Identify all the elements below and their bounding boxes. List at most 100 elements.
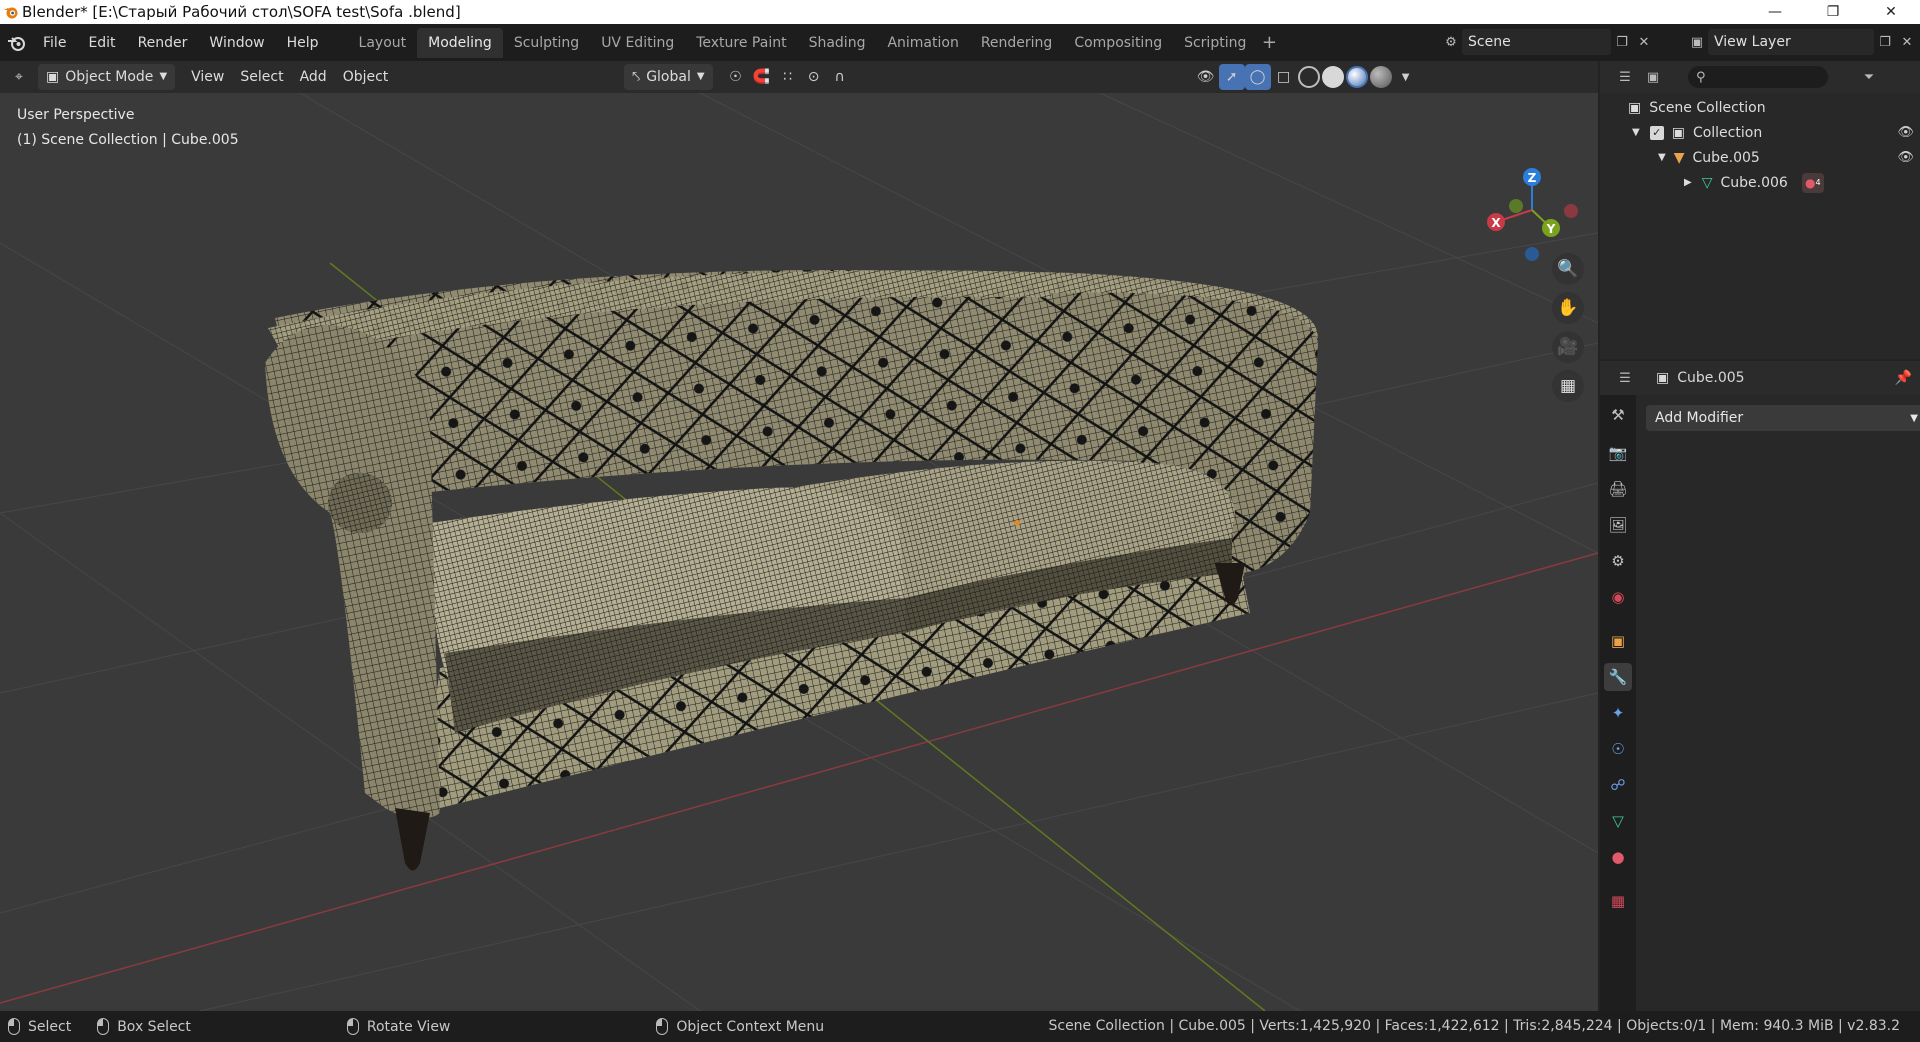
outliner-mesh-row[interactable]: ▶ ▽ Cube.006 ● 4 xyxy=(1684,170,1824,195)
outliner-editor-type-icon[interactable]: ☰ xyxy=(1614,66,1636,88)
tab-compositing[interactable]: Compositing xyxy=(1063,28,1173,58)
snap-grid-icon[interactable]: ∷ xyxy=(775,64,801,90)
3d-viewport[interactable]: ⌖ ▣ Object Mode ▼ View Select Add Object… xyxy=(0,61,1598,1011)
eye-icon[interactable]: 👁 xyxy=(1897,150,1914,165)
mode-dropdown[interactable]: ▣ Object Mode ▼ xyxy=(38,64,176,90)
properties-tabs: ⚒ 📷 🖨 🖼 ⚙ ◉ ▣ 🔧 ✦ ☉ ☍ ▽ ● ▦ xyxy=(1600,395,1636,1011)
tab-animation[interactable]: Animation xyxy=(876,28,969,58)
falloff-icon[interactable]: ∩ xyxy=(827,64,853,90)
menu-file[interactable]: File xyxy=(32,29,77,57)
view-layer-icon[interactable]: ▣ xyxy=(1686,31,1708,53)
close-icon[interactable]: ✕ xyxy=(1862,0,1920,24)
menu-add[interactable]: Add xyxy=(292,64,335,90)
properties-header: ☰ ▣ Cube.005 📌 xyxy=(1600,361,1920,395)
status-select: Select xyxy=(8,1018,71,1035)
outliner-search-input[interactable]: ⚲ xyxy=(1688,66,1828,88)
filter-icon[interactable]: ⏷ xyxy=(1858,66,1880,88)
scene-tab-icon[interactable]: ⚙ xyxy=(1604,547,1632,575)
object-tab-icon[interactable]: ▣ xyxy=(1604,627,1632,655)
viewport-header: ⌖ ▣ Object Mode ▼ View Select Add Object… xyxy=(0,61,1598,93)
view-layer-tab-icon[interactable]: 🖼 xyxy=(1604,511,1632,539)
physics-tab-icon[interactable]: ☉ xyxy=(1604,735,1632,763)
material-shading-button[interactable] xyxy=(1345,66,1368,88)
scene-icon[interactable]: ⚙ xyxy=(1440,31,1462,53)
material-icon[interactable]: ● 4 xyxy=(1801,172,1824,193)
pivot-icon[interactable]: ☉ xyxy=(723,64,749,90)
add-workspace-button[interactable]: + xyxy=(1257,32,1281,53)
restore-icon[interactable]: ❐ xyxy=(1804,0,1862,24)
outliner-scene-collection[interactable]: ▣ Scene Collection xyxy=(1628,95,1766,120)
tab-sculpting[interactable]: Sculpting xyxy=(503,28,590,58)
wireframe-shading-button[interactable] xyxy=(1297,66,1320,88)
minimize-icon[interactable]: — xyxy=(1746,0,1804,24)
modifier-tab-icon[interactable]: 🔧 xyxy=(1604,663,1632,691)
tab-texture-paint[interactable]: Texture Paint xyxy=(685,28,797,58)
orientation-icon: ⤣ xyxy=(632,69,641,85)
add-modifier-dropdown[interactable]: Add Modifier ▼ xyxy=(1646,405,1920,431)
properties-panel: ☰ ▣ Cube.005 📌 ⚒ 📷 🖨 🖼 ⚙ ◉ ▣ 🔧 ✦ ☉ ☍ ▽ ●… xyxy=(1600,361,1920,1011)
zoom-icon[interactable]: 🔍 xyxy=(1552,253,1584,285)
menu-render[interactable]: Render xyxy=(127,29,199,57)
tab-shading[interactable]: Shading xyxy=(798,28,877,58)
gizmo-x-label: X xyxy=(1491,216,1501,230)
eye-icon[interactable]: 👁 xyxy=(1897,125,1914,140)
window-titlebar: Blender* [E:\Старый Рабочий стол\SOFA te… xyxy=(0,0,1920,24)
overlay-toggle-icon[interactable]: ◯ xyxy=(1244,64,1271,90)
new-view-layer-icon[interactable]: ❐ xyxy=(1874,31,1896,53)
solid-shading-button[interactable] xyxy=(1321,66,1344,88)
editor-type-icon[interactable]: ⌖ xyxy=(6,64,32,90)
tab-scripting[interactable]: Scripting xyxy=(1173,28,1257,58)
menu-view[interactable]: View xyxy=(183,64,232,90)
pin-icon[interactable]: 📌 xyxy=(1895,370,1912,386)
search-icon: ⚲ xyxy=(1696,69,1706,85)
add-modifier-label: Add Modifier xyxy=(1655,410,1744,426)
view-layer-field[interactable]: View Layer xyxy=(1708,29,1874,55)
delete-view-layer-icon[interactable]: ✕ xyxy=(1896,31,1918,53)
outliner-object-row[interactable]: ▼ ▼ Cube.005 👁 xyxy=(1658,145,1920,170)
display-mode-icon[interactable]: ▣ xyxy=(1642,66,1664,88)
tab-uv-editing[interactable]: UV Editing xyxy=(590,28,685,58)
perspective-toggle-icon[interactable]: ▦ xyxy=(1552,370,1584,402)
rendered-shading-button[interactable] xyxy=(1369,66,1392,88)
render-tab-icon[interactable]: 📷 xyxy=(1604,439,1632,467)
delete-scene-icon[interactable]: ✕ xyxy=(1633,31,1655,53)
material-tab-icon[interactable]: ● xyxy=(1604,843,1632,871)
camera-icon[interactable]: 🎥 xyxy=(1552,331,1584,363)
gizmo-toggle-icon[interactable]: ➚ xyxy=(1218,64,1245,90)
properties-editor-type-icon[interactable]: ☰ xyxy=(1614,367,1636,389)
workspace-tabs: Layout Modeling Sculpting UV Editing Tex… xyxy=(348,27,1282,58)
scene-render[interactable]: Z X Y xyxy=(0,93,1598,1011)
tab-modeling[interactable]: Modeling xyxy=(417,27,503,58)
tab-rendering[interactable]: Rendering xyxy=(970,28,1064,58)
collection-label: Collection xyxy=(1692,124,1763,141)
menu-window[interactable]: Window xyxy=(198,29,275,57)
menu-select[interactable]: Select xyxy=(232,64,291,90)
tool-tab-icon[interactable]: ⚒ xyxy=(1604,401,1632,429)
constraints-tab-icon[interactable]: ☍ xyxy=(1604,771,1632,799)
menu-help[interactable]: Help xyxy=(276,29,330,57)
xray-icon[interactable]: □ xyxy=(1271,64,1297,90)
scene-name-field[interactable]: Scene xyxy=(1462,29,1611,55)
status-rotate-label: Rotate View xyxy=(366,1018,451,1035)
mesh-label: Cube.006 xyxy=(1720,174,1788,191)
object-label: Cube.005 xyxy=(1692,149,1760,166)
data-tab-icon[interactable]: ▽ xyxy=(1604,807,1632,835)
output-tab-icon[interactable]: 🖨 xyxy=(1604,475,1632,503)
texture-tab-icon[interactable]: ▦ xyxy=(1604,887,1632,915)
transform-orientation-dropdown[interactable]: ⤣ Global ▼ xyxy=(624,64,713,90)
particles-tab-icon[interactable]: ✦ xyxy=(1604,699,1632,727)
tab-layout[interactable]: Layout xyxy=(348,28,418,58)
shading-options-icon[interactable]: ▼ xyxy=(1393,64,1419,90)
pan-hand-icon[interactable]: ✋ xyxy=(1552,292,1584,324)
world-tab-icon[interactable]: ◉ xyxy=(1604,583,1632,611)
mouse-right-icon xyxy=(656,1018,669,1035)
snap-icon[interactable]: 🧲 xyxy=(749,64,775,90)
checkbox-icon[interactable]: ✓ xyxy=(1649,125,1664,140)
menu-object[interactable]: Object xyxy=(335,64,397,90)
outliner-collection-row[interactable]: ▼ ✓ ▣ Collection 👁 xyxy=(1632,120,1920,145)
new-scene-icon[interactable]: ❐ xyxy=(1611,31,1633,53)
blender-menu-icon[interactable] xyxy=(2,28,32,58)
visibility-icon[interactable]: 👁 xyxy=(1193,64,1219,90)
proportional-edit-icon[interactable]: ⊙ xyxy=(801,64,827,90)
menu-edit[interactable]: Edit xyxy=(77,29,126,57)
